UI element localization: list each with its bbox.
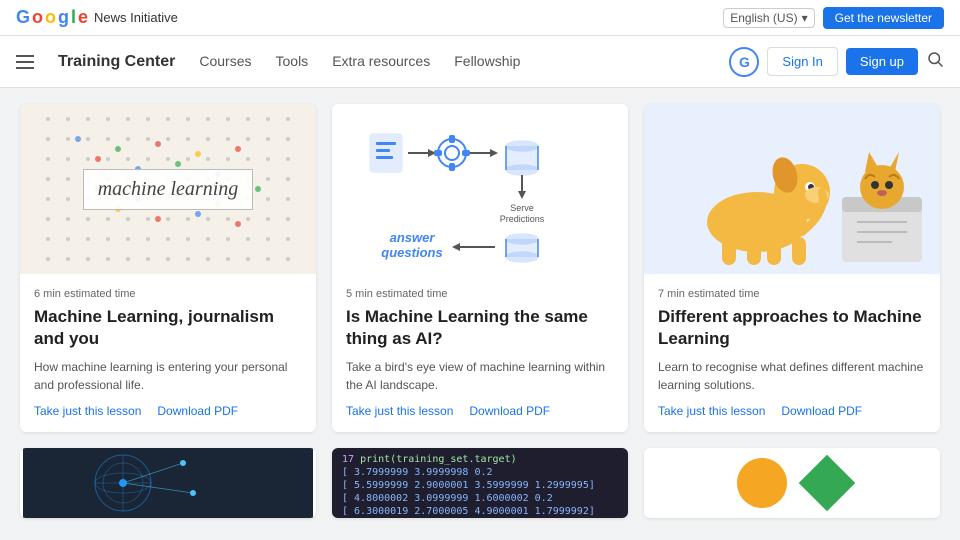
sign-in-button[interactable]: Sign In xyxy=(767,47,837,76)
card-3-title: Different approaches to Machine Learning xyxy=(658,306,926,350)
svg-text:answer: answer xyxy=(390,230,436,245)
card-3-links: Take just this lesson Download PDF xyxy=(658,404,926,418)
card-1-pdf-link[interactable]: Download PDF xyxy=(157,404,238,418)
card-2-lesson-link[interactable]: Take just this lesson xyxy=(346,404,453,418)
google-logo: Google xyxy=(16,7,88,28)
svg-text:questions: questions xyxy=(381,245,442,260)
bottom-card-1 xyxy=(20,448,316,518)
card-2-time: 5 min estimated time xyxy=(346,288,614,300)
svg-text:Predictions: Predictions xyxy=(500,214,545,224)
card-3-image xyxy=(644,104,940,274)
card-3-desc: Learn to recognise what defines differen… xyxy=(658,358,926,394)
card-2-title: Is Machine Learning the same thing as AI… xyxy=(346,306,614,350)
top-bar-brand: Google News Initiative xyxy=(16,7,178,28)
orange-circle xyxy=(737,458,787,508)
card-2-links: Take just this lesson Download PDF xyxy=(346,404,614,418)
card-3: 7 min estimated time Different approache… xyxy=(644,104,940,432)
card-1-links: Take just this lesson Download PDF xyxy=(34,404,302,418)
hamburger-menu[interactable] xyxy=(16,55,34,69)
card-1-desc: How machine learning is entering your pe… xyxy=(34,358,302,394)
svg-text:Serve: Serve xyxy=(510,203,534,213)
card-3-pdf-link[interactable]: Download PDF xyxy=(781,404,862,418)
search-icon[interactable] xyxy=(926,50,944,73)
newsletter-button[interactable]: Get the newsletter xyxy=(823,7,944,29)
globe-image xyxy=(20,448,316,518)
nav-bar: Training Center Courses Tools Extra reso… xyxy=(0,36,960,88)
nav-courses[interactable]: Courses xyxy=(199,53,251,71)
nav-tools[interactable]: Tools xyxy=(276,53,309,71)
bottom-row: 17 print(training_set.target) [ 3.799999… xyxy=(20,448,940,518)
cards-grid: machine learning 6 min estimated time Ma… xyxy=(20,104,940,432)
sign-up-button[interactable]: Sign up xyxy=(846,48,918,75)
top-bar: Google News Initiative English (US) ▾ Ge… xyxy=(0,0,960,36)
nav-links: Courses Tools Extra resources Fellowship xyxy=(199,53,520,71)
top-bar-title: News Initiative xyxy=(94,10,178,25)
card-1-time: 6 min estimated time xyxy=(34,288,302,300)
ml-ai-diagram: Serve Predictions answer questions xyxy=(332,104,628,274)
shapes-image xyxy=(644,448,940,518)
card-2-desc: Take a bird's eye view of machine learni… xyxy=(346,358,614,394)
card-2-body: 5 min estimated time Is Machine Learning… xyxy=(332,274,628,432)
card-1-lesson-link[interactable]: Take just this lesson xyxy=(34,404,141,418)
ml-grid-image-bg: machine learning xyxy=(20,104,316,274)
globe-svg xyxy=(20,448,316,518)
bottom-card-3 xyxy=(644,448,940,518)
diagram-svg: Serve Predictions answer questions xyxy=(340,109,620,269)
card-3-time: 7 min estimated time xyxy=(658,288,926,300)
card-3-body: 7 min estimated time Different approache… xyxy=(644,274,940,432)
training-center-label: Training Center xyxy=(58,53,175,71)
bottom-card-2: 17 print(training_set.target) [ 3.799999… xyxy=(332,448,628,518)
main-content: machine learning 6 min estimated time Ma… xyxy=(0,88,960,534)
card-1-body: 6 min estimated time Machine Learning, j… xyxy=(20,274,316,432)
card-2-image: Serve Predictions answer questions xyxy=(332,104,628,274)
animals-illustration xyxy=(644,104,940,274)
card-3-lesson-link[interactable]: Take just this lesson xyxy=(658,404,765,418)
ml-label-text: machine learning xyxy=(83,169,254,210)
nav-right-actions: G Sign In Sign up xyxy=(729,47,944,77)
language-selector[interactable]: English (US) ▾ xyxy=(723,8,814,28)
green-diamond xyxy=(799,455,856,512)
card-2-pdf-link[interactable]: Download PDF xyxy=(469,404,550,418)
language-label: English (US) xyxy=(730,11,797,25)
google-g-icon: G xyxy=(729,47,759,77)
card-1: machine learning 6 min estimated time Ma… xyxy=(20,104,316,432)
top-bar-actions: English (US) ▾ Get the newsletter xyxy=(723,7,944,29)
animals-svg xyxy=(647,107,937,272)
nav-fellowship[interactable]: Fellowship xyxy=(454,53,520,71)
code-image: 17 print(training_set.target) [ 3.799999… xyxy=(332,448,628,518)
nav-extra-resources[interactable]: Extra resources xyxy=(332,53,430,71)
card-2: Serve Predictions answer questions xyxy=(332,104,628,432)
card-1-image: machine learning xyxy=(20,104,316,274)
chevron-down-icon: ▾ xyxy=(802,11,808,25)
card-1-title: Machine Learning, journalism and you xyxy=(34,306,302,350)
